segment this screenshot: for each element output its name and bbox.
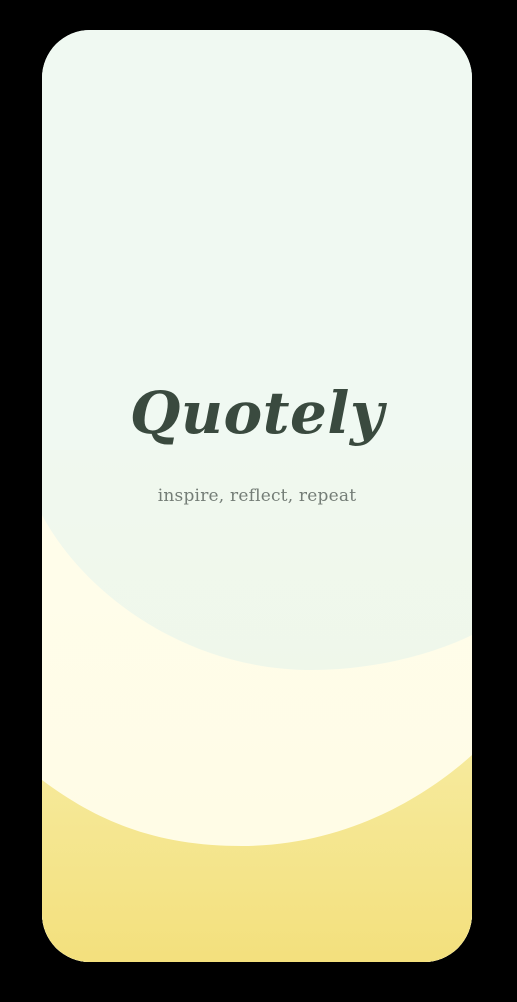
- app-title: Quotely: [129, 379, 385, 447]
- app-tagline: inspire, reflect, repeat: [157, 486, 357, 506]
- splash-screen: Quotely inspire, reflect, repeat: [42, 30, 472, 962]
